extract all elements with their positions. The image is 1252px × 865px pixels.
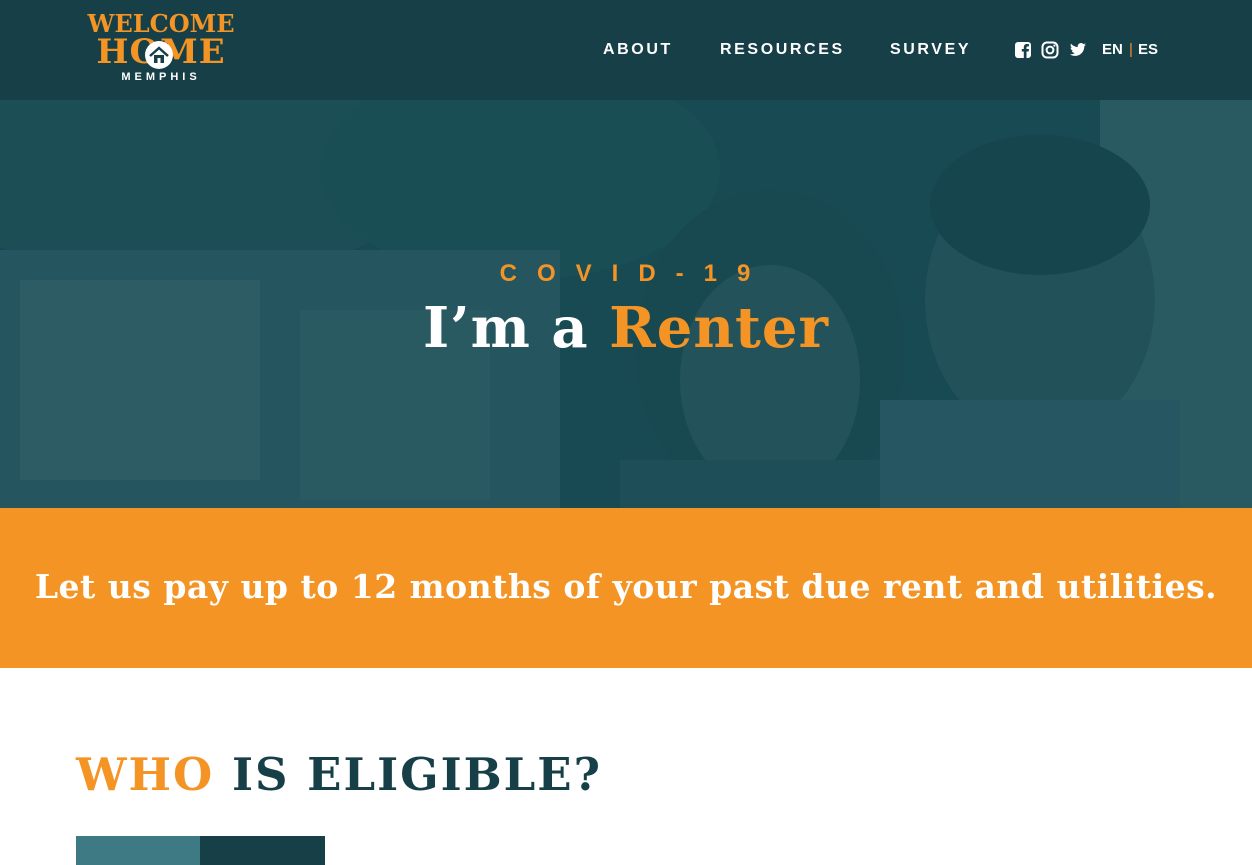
language-es-link[interactable]: ES	[1138, 40, 1158, 60]
hero-title-highlight: Renter	[609, 295, 830, 361]
hero-eyebrow: COVID-19	[499, 260, 771, 287]
eligible-heading: WHO IS ELIGIBLE?	[76, 748, 602, 802]
language-separator: |	[1129, 41, 1133, 58]
nav-resources[interactable]: RESOURCES	[720, 40, 845, 60]
hero-title: I’m a Renter	[0, 293, 1252, 363]
banner-text: Let us pay up to 12 months of your past …	[34, 567, 1218, 606]
site-header: WELCOME HOME MEMPHIS ABOUT RESOURCES SUR…	[0, 0, 1252, 100]
facebook-icon[interactable]	[1014, 41, 1032, 59]
eligibility-tab-1[interactable]	[76, 836, 200, 865]
nav-about[interactable]: ABOUT	[603, 40, 673, 60]
hero-section: COVID-19 I’m a Renter	[0, 100, 1252, 508]
eligible-heading-highlight: WHO	[76, 748, 215, 801]
main-nav: ABOUT RESOURCES SURVEY	[0, 40, 1252, 60]
hero-title-prefix: I’m a	[422, 295, 589, 361]
orange-banner: Let us pay up to 12 months of your past …	[0, 508, 1252, 668]
instagram-icon[interactable]	[1041, 41, 1059, 59]
eligibility-tab-2[interactable]	[200, 836, 325, 865]
logo-text-memphis: MEMPHIS	[121, 71, 201, 83]
language-en-link[interactable]: EN	[1102, 40, 1123, 60]
eligible-heading-rest: IS ELIGIBLE?	[231, 748, 602, 801]
nav-survey[interactable]: SURVEY	[890, 40, 971, 60]
twitter-icon[interactable]	[1069, 41, 1087, 59]
